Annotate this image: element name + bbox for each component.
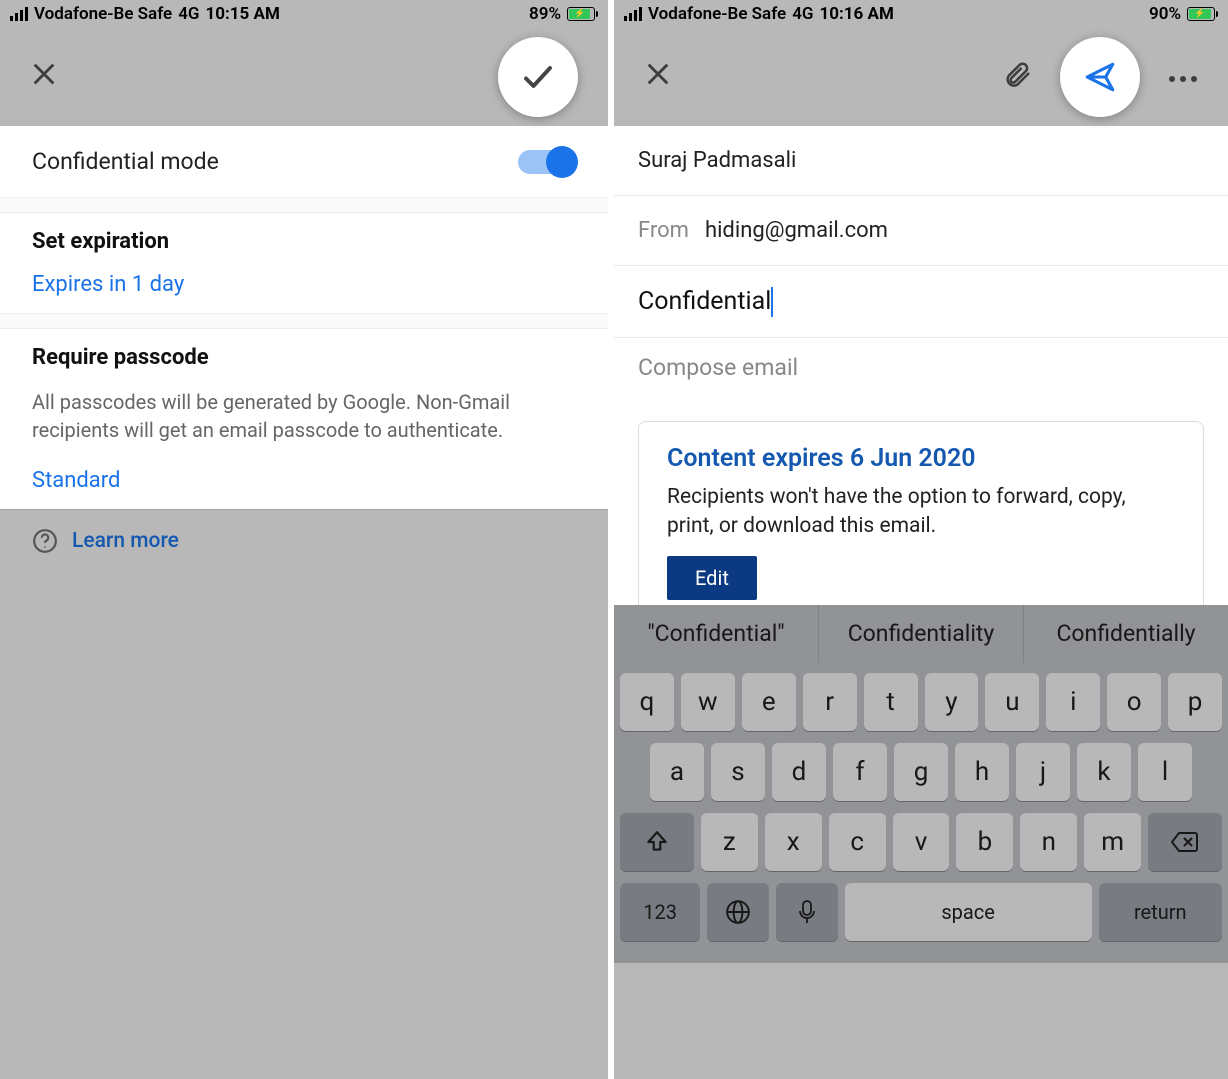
carrier-label: Vodafone-Be Safe [34,4,172,24]
subject-field[interactable]: Confidential [614,266,1228,338]
send-button[interactable] [1060,37,1140,117]
passcode-section: Require passcode All passcodes will be g… [0,329,608,509]
compose-placeholder: Compose email [638,354,798,381]
learn-more-label: Learn more [72,529,179,553]
time-label: 10:16 AM [820,4,894,24]
confidential-mode-label: Confidential mode [32,148,219,175]
keyboard-area: "Confidential" Confidentiality Confident… [614,605,1228,1079]
network-label: 4G [792,4,813,24]
card-description: Recipients won't have the option to forw… [667,483,1175,542]
signal-icon [10,7,28,21]
battery-percent: 89% [529,4,561,24]
battery-icon: ⚡ [1187,7,1218,21]
from-email: hiding@gmail.com [705,218,888,243]
card-expires-title: Content expires 6 Jun 2020 [667,444,1175,473]
carrier-label: Vodafone-Be Safe [648,4,786,24]
set-expiration-section: Set expiration Expires in 1 day [0,213,608,313]
confidential-info-card: Content expires 6 Jun 2020 Recipients wo… [638,421,1204,623]
help-icon [32,528,58,554]
passcode-value[interactable]: Standard [32,468,576,493]
network-label: 4G [178,4,199,24]
status-bar-left: Vodafone-Be Safe 4G 10:15 AM 89% ⚡ [0,0,608,28]
confidential-mode-toggle[interactable] [518,150,576,174]
confidential-mode-row: Confidential mode [0,126,608,197]
screen-compose-email: Vodafone-Be Safe 4G 10:16 AM 90% ⚡ [614,0,1228,1079]
status-bar-right: Vodafone-Be Safe 4G 10:16 AM 90% ⚡ [614,0,1228,28]
battery-percent: 90% [1149,4,1181,24]
bottom-area-left: Learn more [0,509,608,1079]
learn-more-row[interactable]: Learn more [0,510,608,572]
to-recipient: Suraj Padmasali [638,148,796,173]
screen-confidential-settings: Vodafone-Be Safe 4G 10:15 AM 89% ⚡ Confi… [0,0,614,1079]
compose-body[interactable]: Compose email [614,338,1228,397]
time-label: 10:15 AM [206,4,280,24]
set-expiration-title: Set expiration [32,229,576,254]
edit-confidential-button[interactable]: Edit [667,556,757,600]
passcode-title: Require passcode [32,345,576,370]
from-label: From [638,218,689,243]
subject-text: Confidential [638,287,771,316]
text-cursor [771,287,773,317]
to-field[interactable]: Suraj Padmasali [614,126,1228,196]
expiration-value[interactable]: Expires in 1 day [32,272,576,297]
confirm-check-button[interactable] [498,37,578,117]
battery-icon: ⚡ [567,7,598,21]
signal-icon [624,7,642,21]
from-field[interactable]: From hiding@gmail.com [614,196,1228,266]
passcode-description: All passcodes will be generated by Googl… [32,388,576,444]
